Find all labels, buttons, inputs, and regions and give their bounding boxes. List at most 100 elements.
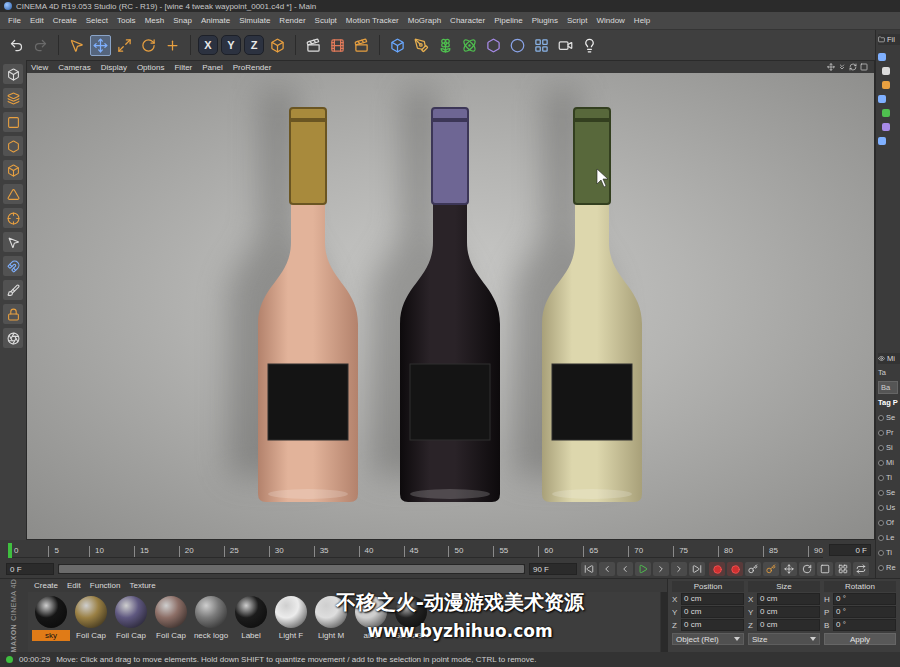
create-object-button[interactable] — [411, 35, 432, 56]
attribute-item[interactable]: Of — [878, 516, 900, 529]
attribute-button[interactable]: Ba — [878, 381, 898, 394]
menu-item[interactable]: Edit — [30, 16, 44, 25]
tool-button[interactable] — [162, 35, 183, 56]
material-menu-item[interactable]: Texture — [130, 581, 156, 590]
timeline-track[interactable]: 051015202530354045505560657075808590 — [8, 542, 823, 558]
redo-button[interactable] — [30, 35, 51, 56]
go-to-start-button[interactable] — [581, 562, 597, 576]
create-object-button[interactable] — [435, 35, 456, 56]
material-item[interactable]: Light M — [312, 596, 350, 641]
tool-button[interactable] — [66, 35, 87, 56]
play-button[interactable] — [635, 562, 651, 576]
position-key-button[interactable] — [781, 562, 797, 576]
palette-button[interactable] — [3, 136, 23, 156]
material-item[interactable]: Glass Blk — [392, 596, 430, 641]
step-forward-button[interactable] — [653, 562, 669, 576]
attribute-item[interactable]: Si — [878, 441, 900, 454]
palette-button[interactable] — [3, 256, 23, 276]
autokey-button[interactable] — [745, 562, 761, 576]
menu-item[interactable]: File — [8, 16, 21, 25]
viewport-menu-item[interactable]: Panel — [202, 63, 222, 72]
menu-item[interactable]: Pipeline — [494, 16, 522, 25]
palette-button[interactable] — [3, 328, 23, 348]
material-item[interactable]: Foil Cap — [152, 596, 190, 641]
coordinate-field[interactable]: 0 ° — [833, 619, 896, 631]
attribute-item[interactable]: Ti — [878, 471, 900, 484]
coordinate-mode-select[interactable]: Object (Rel) — [672, 633, 744, 645]
step-back-button[interactable] — [617, 562, 633, 576]
radio-button[interactable] — [878, 505, 884, 511]
viewport-menu-item[interactable]: Options — [137, 63, 165, 72]
radio-button[interactable] — [878, 565, 884, 571]
palette-button[interactable] — [3, 280, 23, 300]
palette-button[interactable] — [3, 88, 23, 108]
frame-range-slider[interactable] — [58, 564, 525, 574]
menu-item[interactable]: MoGraph — [408, 16, 441, 25]
attribute-item[interactable]: Ti — [878, 546, 900, 559]
radio-button[interactable] — [878, 475, 884, 481]
radio-button[interactable] — [878, 490, 884, 496]
coordinate-field[interactable]: 0 ° — [833, 606, 896, 618]
object-row[interactable] — [878, 53, 900, 61]
menu-item[interactable]: Character — [450, 16, 485, 25]
menu-item[interactable]: Mesh — [145, 16, 165, 25]
coordinate-field[interactable]: 0 cm — [757, 619, 820, 631]
tool-button[interactable] — [138, 35, 159, 56]
palette-button[interactable] — [3, 232, 23, 252]
object-row[interactable] — [878, 137, 900, 145]
playhead[interactable] — [8, 543, 12, 558]
radio-button[interactable] — [878, 445, 884, 451]
palette-button[interactable] — [3, 112, 23, 132]
current-frame-field[interactable]: 0 F — [829, 544, 871, 556]
size-mode-select[interactable]: Size — [748, 633, 820, 645]
viewport-menu-item[interactable]: Cameras — [58, 63, 90, 72]
coordinate-field[interactable]: 0 ° — [833, 593, 896, 605]
coordinate-field[interactable]: 0 cm — [681, 619, 744, 631]
coordinate-field[interactable]: 0 cm — [757, 593, 820, 605]
object-row[interactable] — [878, 81, 900, 89]
parameter-key-button[interactable] — [817, 562, 833, 576]
material-item[interactable]: Light F — [272, 596, 310, 641]
radio-button[interactable] — [878, 460, 884, 466]
viewport-menu-item[interactable]: Display — [101, 63, 127, 72]
object-row[interactable] — [878, 95, 900, 103]
object-row[interactable] — [878, 123, 900, 131]
radio-button[interactable] — [878, 415, 884, 421]
keyframe-selection-button[interactable] — [763, 562, 779, 576]
material-menu-item[interactable]: Function — [90, 581, 121, 590]
viewport-menu-item[interactable]: ProRender — [233, 63, 272, 72]
palette-button[interactable] — [3, 184, 23, 204]
create-object-button[interactable] — [579, 35, 600, 56]
create-object-button[interactable] — [555, 35, 576, 56]
material-menu-item[interactable]: Create — [34, 581, 58, 590]
palette-button[interactable] — [3, 304, 23, 324]
material-item[interactable]: Foil Cap — [112, 596, 150, 641]
material-menu-item[interactable]: Edit — [67, 581, 81, 590]
tool-button[interactable] — [114, 35, 135, 56]
radio-button[interactable] — [878, 520, 884, 526]
viewport-menu-item[interactable]: View — [31, 63, 48, 72]
coordinate-field[interactable]: 0 cm — [681, 606, 744, 618]
coordinate-system-button[interactable] — [267, 35, 288, 56]
create-object-button[interactable] — [507, 35, 528, 56]
axis-lock-button[interactable]: Z — [244, 35, 264, 55]
end-frame-field[interactable]: 90 F — [529, 563, 577, 575]
undo-button[interactable] — [6, 35, 27, 56]
create-object-button[interactable] — [387, 35, 408, 56]
render-button[interactable] — [351, 35, 372, 56]
viewport-canvas[interactable] — [27, 73, 874, 539]
menu-item[interactable]: Help — [634, 16, 650, 25]
axis-lock-button[interactable]: X — [198, 35, 218, 55]
record-button[interactable] — [727, 562, 743, 576]
menu-item[interactable]: Script — [567, 16, 587, 25]
create-object-button[interactable] — [483, 35, 504, 56]
menu-item[interactable]: Snap — [173, 16, 192, 25]
material-item[interactable]: Label — [232, 596, 270, 641]
menu-item[interactable]: Plugins — [532, 16, 558, 25]
loop-button[interactable] — [853, 562, 869, 576]
radio-button[interactable] — [878, 550, 884, 556]
coordinate-field[interactable]: 0 cm — [757, 606, 820, 618]
previous-key-button[interactable] — [599, 562, 615, 576]
move-record-button[interactable] — [709, 562, 725, 576]
go-to-end-button[interactable] — [689, 562, 705, 576]
